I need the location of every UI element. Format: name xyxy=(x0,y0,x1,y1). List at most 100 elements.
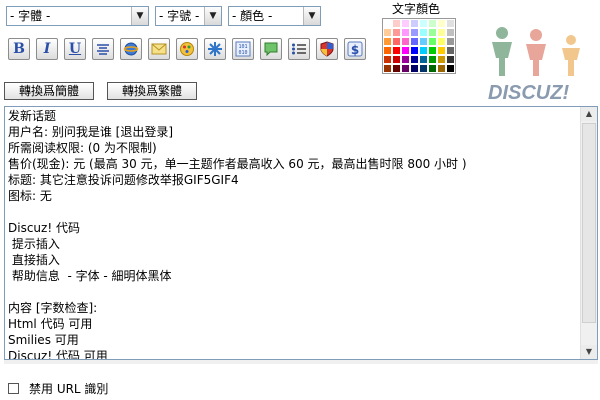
editor-line: 内容 [字数检查]: xyxy=(8,301,98,315)
color-swatch[interactable] xyxy=(419,46,428,55)
bold-button[interactable]: B xyxy=(8,38,30,60)
insert-list-button[interactable] xyxy=(288,38,310,60)
color-swatch[interactable] xyxy=(437,28,446,37)
color-swatch[interactable] xyxy=(419,55,428,64)
color-swatch[interactable] xyxy=(401,28,410,37)
scroll-up-icon[interactable]: ▲ xyxy=(581,107,597,121)
image-icon xyxy=(180,42,194,56)
editor-line: 直接插入 xyxy=(8,253,60,267)
chevron-down-icon: ▼ xyxy=(303,7,320,25)
code-icon: 101010 xyxy=(235,41,251,57)
color-swatch[interactable] xyxy=(401,64,410,73)
scroll-thumb[interactable] xyxy=(582,123,596,323)
color-swatch[interactable] xyxy=(428,64,437,73)
color-swatch[interactable] xyxy=(437,46,446,55)
color-swatch[interactable] xyxy=(401,37,410,46)
editor-scrollbar[interactable]: ▲ ▼ xyxy=(580,107,597,359)
disable-url-option[interactable]: 禁用 URL 識別 xyxy=(8,380,108,397)
underline-button[interactable]: U xyxy=(64,38,86,60)
color-swatch[interactable] xyxy=(446,37,455,46)
color-swatch[interactable] xyxy=(428,28,437,37)
color-swatch[interactable] xyxy=(446,28,455,37)
color-swatch[interactable] xyxy=(392,37,401,46)
italic-button[interactable]: I xyxy=(36,38,58,60)
color-swatch[interactable] xyxy=(383,55,392,64)
shield-icon xyxy=(320,41,334,57)
editor-line: 图标: 无 xyxy=(8,189,52,203)
color-swatch[interactable] xyxy=(392,46,401,55)
font-select[interactable]: - 字體 - ▼ xyxy=(6,6,149,26)
color-swatch[interactable] xyxy=(392,28,401,37)
flash-icon xyxy=(208,42,222,56)
insert-email-button[interactable] xyxy=(148,38,170,60)
color-swatch[interactable] xyxy=(410,55,419,64)
align-center-icon xyxy=(97,44,109,55)
color-swatch[interactable] xyxy=(446,55,455,64)
font-select-value: - 字體 - xyxy=(10,9,51,23)
color-swatch[interactable] xyxy=(428,37,437,46)
color-swatch[interactable] xyxy=(419,19,428,28)
color-swatch[interactable] xyxy=(392,19,401,28)
color-swatch[interactable] xyxy=(446,19,455,28)
size-select[interactable]: - 字號 - ▼ xyxy=(155,6,222,26)
color-select[interactable]: - 顏色 - ▼ xyxy=(228,6,321,26)
color-swatch[interactable] xyxy=(419,28,428,37)
color-swatch[interactable] xyxy=(437,19,446,28)
editor-content[interactable]: 发新话题 用户名: 别问我是谁 [退出登录] 所需阅读权限: (0 为不限制) 售价(… xyxy=(5,107,581,359)
color-swatch[interactable] xyxy=(446,46,455,55)
color-palette[interactable] xyxy=(382,18,456,74)
color-swatch[interactable] xyxy=(410,64,419,73)
color-swatch[interactable] xyxy=(392,55,401,64)
color-swatch[interactable] xyxy=(410,37,419,46)
color-swatch[interactable] xyxy=(428,19,437,28)
underline-icon: U xyxy=(68,41,82,57)
insert-flash-button[interactable] xyxy=(204,38,226,60)
insert-image-button[interactable] xyxy=(176,38,198,60)
convert-simplified-button[interactable]: 轉換爲簡體 xyxy=(4,82,94,100)
color-swatch[interactable] xyxy=(419,64,428,73)
color-swatch[interactable] xyxy=(410,28,419,37)
money-icon: $ xyxy=(347,41,363,57)
logo-text: DISCUZ! xyxy=(488,82,569,104)
color-swatch[interactable] xyxy=(437,55,446,64)
color-swatch[interactable] xyxy=(419,37,428,46)
chevron-down-icon: ▼ xyxy=(131,7,148,25)
insert-hide-button[interactable] xyxy=(316,38,338,60)
color-swatch[interactable] xyxy=(446,64,455,73)
message-editor[interactable]: 发新话题 用户名: 别问我是谁 [退出登录] 所需阅读权限: (0 为不限制) 售价(… xyxy=(4,106,598,360)
convert-traditional-label: 轉換爲繁體 xyxy=(121,84,182,98)
editor-line: Discuz! 代码 可用 xyxy=(8,349,108,359)
color-swatch[interactable] xyxy=(428,46,437,55)
color-swatch[interactable] xyxy=(437,64,446,73)
insert-code-button[interactable]: 101 010 xyxy=(232,38,254,60)
scroll-down-icon[interactable]: ▼ xyxy=(581,345,597,359)
editor-line: 发新话题 xyxy=(8,109,57,123)
disable-url-checkbox[interactable] xyxy=(8,383,19,394)
color-swatch[interactable] xyxy=(437,37,446,46)
color-swatch[interactable] xyxy=(392,64,401,73)
color-swatch[interactable] xyxy=(401,46,410,55)
color-swatch[interactable] xyxy=(383,46,392,55)
color-swatch[interactable] xyxy=(383,64,392,73)
insert-sell-button[interactable]: $ xyxy=(344,38,366,60)
disable-url-label: 禁用 URL 識別 xyxy=(29,382,109,396)
color-swatch[interactable] xyxy=(410,46,419,55)
color-swatch[interactable] xyxy=(383,28,392,37)
color-swatch[interactable] xyxy=(383,19,392,28)
editor-line: 标题: 其它注意投诉问题修改举报GIF5GIF4 xyxy=(8,173,239,187)
align-center-button[interactable] xyxy=(92,38,114,60)
italic-icon: I xyxy=(43,41,51,57)
color-swatch[interactable] xyxy=(383,37,392,46)
convert-traditional-button[interactable]: 轉換爲繁體 xyxy=(107,82,197,100)
color-swatch[interactable] xyxy=(401,19,410,28)
palette-title: 文字顏色 xyxy=(392,2,441,16)
insert-quote-button[interactable] xyxy=(260,38,282,60)
color-swatch[interactable] xyxy=(428,55,437,64)
color-swatch[interactable] xyxy=(401,55,410,64)
editor-bottom-edge xyxy=(4,360,598,364)
editor-line: 用户名: 别问我是谁 [退出登录] xyxy=(8,125,174,139)
insert-link-button[interactable] xyxy=(120,38,142,60)
email-icon xyxy=(151,43,167,55)
color-swatch[interactable] xyxy=(410,19,419,28)
